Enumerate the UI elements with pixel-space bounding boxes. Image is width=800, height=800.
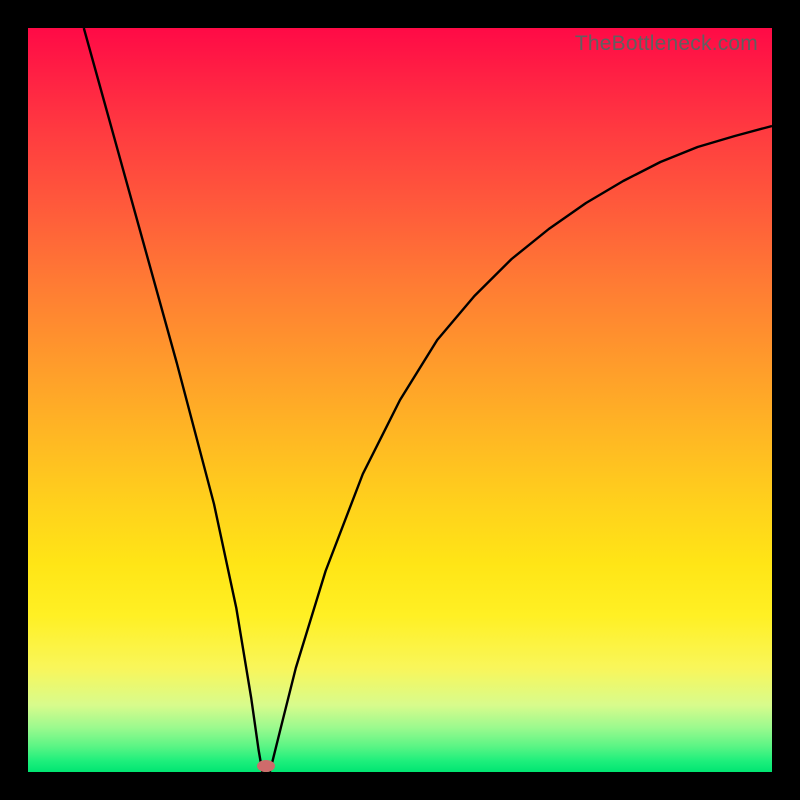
curve-left-branch	[84, 28, 263, 772]
bottleneck-curve	[28, 28, 772, 772]
plot-area: TheBottleneck.com	[28, 28, 772, 772]
curve-right-branch	[270, 126, 772, 772]
chart-frame: TheBottleneck.com	[0, 0, 800, 800]
